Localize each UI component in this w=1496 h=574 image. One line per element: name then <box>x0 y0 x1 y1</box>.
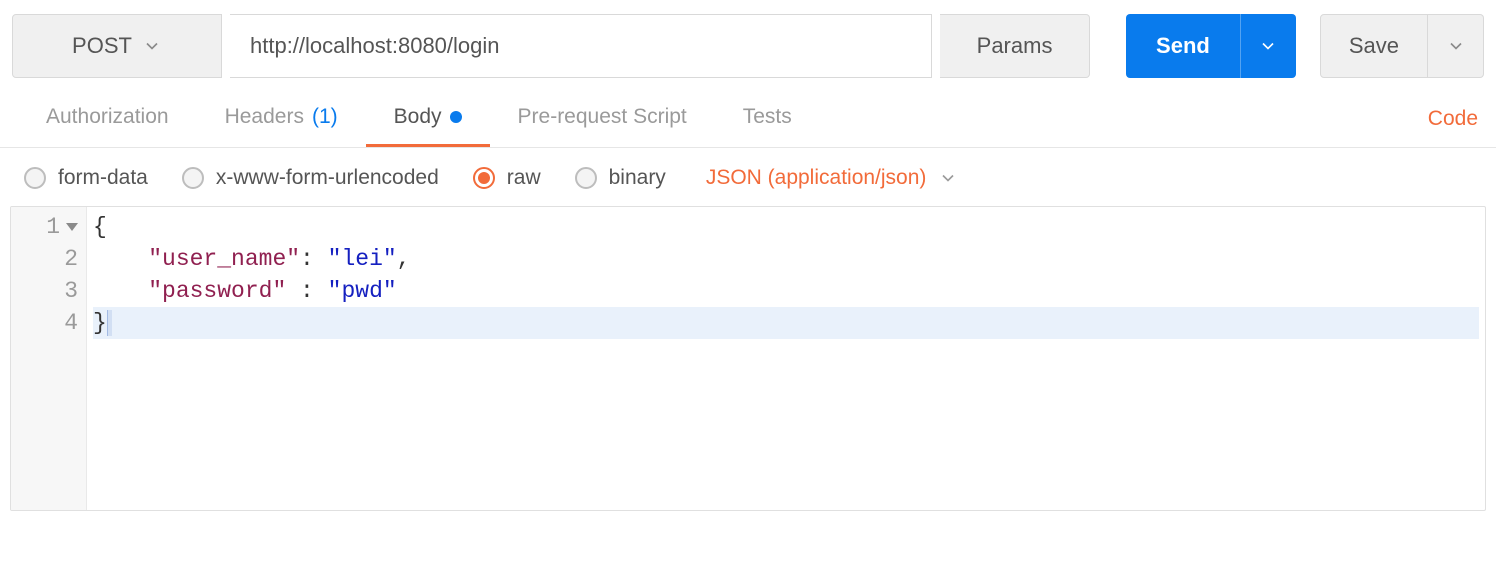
generate-code-link[interactable]: Code <box>1428 107 1478 131</box>
line-number: 1 <box>11 211 78 243</box>
request-tabs: Authorization Headers (1) Body Pre-reque… <box>0 90 1496 148</box>
tab-prerequest-script[interactable]: Pre-request Script <box>490 90 715 147</box>
radio-raw[interactable]: raw <box>473 166 541 190</box>
headers-count-badge: (1) <box>312 105 338 129</box>
tab-label: Authorization <box>46 105 169 129</box>
chevron-down-icon <box>1258 36 1278 56</box>
editor-content[interactable]: { "user_name": "lei", "password" : "pwd"… <box>87 207 1485 510</box>
cursor-icon <box>107 310 112 336</box>
send-button[interactable]: Send <box>1126 14 1240 78</box>
tab-headers[interactable]: Headers (1) <box>197 90 366 147</box>
content-type-select[interactable]: JSON (application/json) <box>706 166 959 190</box>
body-editor[interactable]: 1 2 3 4 { "user_name": "lei", "password"… <box>10 206 1486 511</box>
params-button[interactable]: Params <box>940 14 1090 78</box>
code-line: } <box>93 307 1479 339</box>
tab-tests[interactable]: Tests <box>715 90 820 147</box>
save-button-group: Save <box>1320 14 1484 78</box>
tab-label: Pre-request Script <box>518 105 687 129</box>
radio-icon <box>24 167 46 189</box>
radio-label: form-data <box>58 166 148 190</box>
chevron-down-icon <box>1446 36 1466 56</box>
tab-label: Body <box>394 105 442 129</box>
fold-triangle-icon <box>66 223 78 231</box>
code-line: "user_name": "lei", <box>93 243 1479 275</box>
radio-label: x-www-form-urlencoded <box>216 166 439 190</box>
radio-form-data[interactable]: form-data <box>24 166 148 190</box>
code-line: { <box>93 211 1479 243</box>
tab-label: Tests <box>743 105 792 129</box>
save-dropdown-button[interactable] <box>1428 14 1484 78</box>
chevron-down-icon <box>938 168 958 188</box>
unsaved-dot-icon <box>450 111 462 123</box>
tab-body[interactable]: Body <box>366 90 490 147</box>
body-type-selector: form-data x-www-form-urlencoded raw bina… <box>0 148 1496 206</box>
radio-binary[interactable]: binary <box>575 166 666 190</box>
request-bar: POST Params Send Save <box>0 0 1496 90</box>
radio-icon <box>473 167 495 189</box>
line-number: 4 <box>11 307 78 339</box>
send-button-group: Send <box>1126 14 1296 78</box>
editor-gutter: 1 2 3 4 <box>11 207 87 510</box>
radio-label: raw <box>507 166 541 190</box>
content-type-label: JSON (application/json) <box>706 166 927 190</box>
radio-icon <box>575 167 597 189</box>
save-button[interactable]: Save <box>1320 14 1428 78</box>
tab-authorization[interactable]: Authorization <box>18 90 197 147</box>
chevron-down-icon <box>142 36 162 56</box>
radio-label: binary <box>609 166 666 190</box>
http-method-label: POST <box>72 33 132 59</box>
http-method-select[interactable]: POST <box>12 14 222 78</box>
line-number: 3 <box>11 275 78 307</box>
send-dropdown-button[interactable] <box>1240 14 1296 78</box>
code-line: "password" : "pwd" <box>93 275 1479 307</box>
tab-label: Headers <box>225 105 304 129</box>
radio-icon <box>182 167 204 189</box>
line-number: 2 <box>11 243 78 275</box>
radio-urlencoded[interactable]: x-www-form-urlencoded <box>182 166 439 190</box>
url-input[interactable] <box>230 14 932 78</box>
